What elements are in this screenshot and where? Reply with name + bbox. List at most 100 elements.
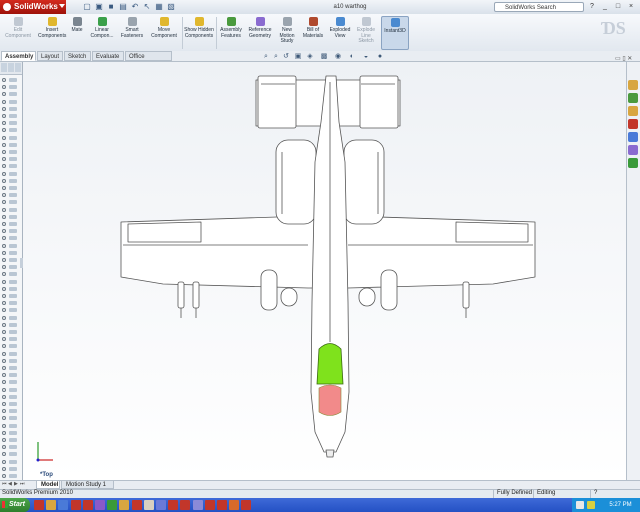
tree-node[interactable] <box>2 171 20 177</box>
tree-node[interactable] <box>2 459 20 465</box>
last-tab-icon[interactable]: ⏭ <box>20 481 25 488</box>
tree-node[interactable] <box>2 466 20 472</box>
visibility-icon[interactable] <box>2 315 6 320</box>
tree-node[interactable] <box>2 380 20 385</box>
visibility-icon[interactable] <box>2 150 6 154</box>
visibility-icon[interactable] <box>2 330 6 334</box>
insert-components-button[interactable]: Insert Components <box>38 16 66 50</box>
visibility-icon[interactable] <box>2 294 6 298</box>
prev-tab-icon[interactable]: ◀ <box>8 481 13 488</box>
search-results-icon[interactable] <box>628 119 638 129</box>
visibility-icon[interactable] <box>2 236 6 241</box>
tree-node[interactable] <box>2 150 20 155</box>
tree-node[interactable] <box>2 438 20 443</box>
tree-node[interactable] <box>2 351 20 357</box>
explode-line-button[interactable]: Explode Line Sketch <box>354 16 378 50</box>
tree-node[interactable] <box>2 78 20 83</box>
tree-node[interactable] <box>2 330 20 335</box>
reference-geometry-button[interactable]: Reference Geometry <box>246 16 274 50</box>
visibility-icon[interactable] <box>2 142 6 147</box>
property-tab-icon[interactable] <box>8 63 14 72</box>
tab-assembly[interactable]: Assembly <box>1 51 36 61</box>
display-style-icon[interactable]: ▩ <box>320 53 328 61</box>
new-doc-icon[interactable]: ▢ <box>82 2 92 12</box>
previous-view-icon[interactable]: ↺ <box>282 53 290 61</box>
visibility-icon[interactable] <box>2 466 6 471</box>
tab-model[interactable]: Model <box>36 480 60 489</box>
visibility-icon[interactable] <box>2 258 6 262</box>
visibility-icon[interactable] <box>2 265 6 270</box>
visibility-icon[interactable] <box>2 322 6 327</box>
tree-node[interactable] <box>2 445 20 450</box>
taskbar-app-icon[interactable] <box>95 500 105 510</box>
visibility-icon[interactable] <box>2 243 6 248</box>
tree-node[interactable] <box>2 452 20 457</box>
tray-volume-icon[interactable] <box>587 501 595 509</box>
tree-node[interactable] <box>2 135 20 141</box>
visibility-icon[interactable] <box>2 380 6 385</box>
taskbar-app-icon[interactable] <box>217 500 227 510</box>
tree-node[interactable] <box>2 373 20 378</box>
tree-node[interactable] <box>2 301 20 306</box>
tree-node[interactable] <box>2 142 20 148</box>
bom-button[interactable]: Bill of Materials <box>300 16 326 50</box>
visibility-icon[interactable] <box>2 445 6 450</box>
tree-node[interactable] <box>2 423 20 429</box>
taskbar-app-icon[interactable] <box>82 500 93 510</box>
visibility-icon[interactable] <box>2 423 6 428</box>
visibility-icon[interactable] <box>2 452 6 457</box>
taskbar-app-icon[interactable] <box>131 500 142 510</box>
taskbar-app-icon[interactable] <box>241 500 252 510</box>
tree-node[interactable] <box>2 128 20 133</box>
visibility-icon[interactable] <box>2 337 6 342</box>
visibility-icon[interactable] <box>2 272 6 277</box>
taskbar-app-icon[interactable] <box>156 500 166 510</box>
taskbar-app-icon[interactable] <box>180 500 191 510</box>
visibility-icon[interactable] <box>2 128 6 133</box>
view-settings-icon[interactable]: ● <box>376 53 384 61</box>
tree-node[interactable] <box>2 409 20 414</box>
select-icon[interactable]: ↖ <box>142 2 152 12</box>
tree-node[interactable] <box>2 265 20 270</box>
save-icon[interactable]: ■ <box>106 2 116 12</box>
tree-node[interactable] <box>2 178 20 184</box>
visibility-icon[interactable] <box>2 402 6 406</box>
visibility-icon[interactable] <box>2 409 6 414</box>
taskbar-clock[interactable]: 5:27 PM <box>603 498 638 512</box>
tree-node[interactable] <box>2 250 20 256</box>
tab-motion-study[interactable]: Motion Study 1 <box>61 480 114 489</box>
visibility-icon[interactable] <box>2 171 6 176</box>
undo-icon[interactable]: ↶ <box>130 2 140 12</box>
file-explorer-icon[interactable] <box>628 106 638 116</box>
menu-arrow-icon[interactable] <box>59 4 65 8</box>
visibility-icon[interactable] <box>2 459 6 464</box>
tree-node[interactable] <box>2 207 20 213</box>
show-hidden-button[interactable]: Show Hidden Components <box>184 16 214 50</box>
tree-node[interactable] <box>2 106 20 112</box>
tree-node[interactable] <box>2 474 20 479</box>
zoom-area-icon[interactable]: ⌕ <box>272 53 280 61</box>
visibility-icon[interactable] <box>2 301 6 306</box>
edit-component-button[interactable]: Edit Component <box>2 16 34 50</box>
visibility-icon[interactable] <box>2 207 6 212</box>
visibility-icon[interactable] <box>2 85 6 90</box>
mate-button[interactable]: Mate <box>68 16 86 50</box>
visibility-icon[interactable] <box>2 438 6 442</box>
next-tab-icon[interactable]: ▶ <box>14 481 19 488</box>
close-button[interactable]: × <box>625 2 637 11</box>
taskbar-app-icon[interactable] <box>192 500 203 510</box>
taskbar-app-icon[interactable] <box>107 500 118 510</box>
visibility-icon[interactable] <box>2 250 6 255</box>
tree-node[interactable] <box>2 315 20 321</box>
tab-office-products[interactable]: Office Products <box>125 51 172 70</box>
tree-node[interactable] <box>2 344 20 349</box>
visibility-icon[interactable] <box>2 279 6 284</box>
print-icon[interactable]: ▤ <box>118 2 128 12</box>
tree-node[interactable] <box>2 337 20 342</box>
taskbar-app-icon[interactable] <box>119 500 130 510</box>
maximize-button[interactable]: □ <box>612 2 624 11</box>
search-input[interactable]: SolidWorks Search <box>494 2 584 12</box>
status-help-icon[interactable]: ? <box>590 489 602 498</box>
section-view-icon[interactable]: ▣ <box>294 53 302 61</box>
visibility-icon[interactable] <box>2 344 6 349</box>
